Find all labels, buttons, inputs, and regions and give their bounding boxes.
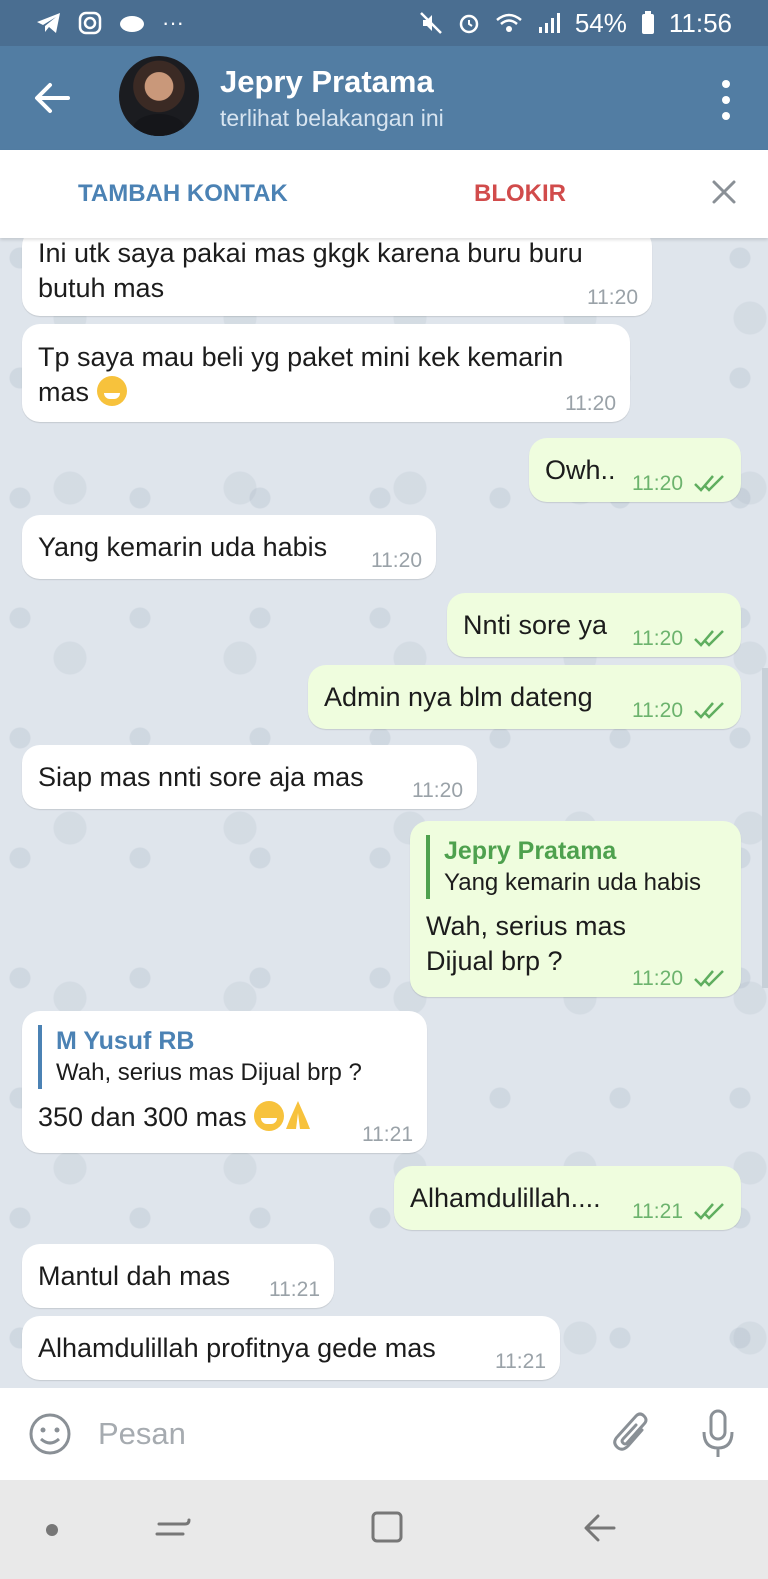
contact-name[interactable]: Jepry Pratama [220, 64, 434, 100]
reply-text: Yang kemarin uda habis [444, 869, 702, 896]
back-arrow-icon[interactable] [30, 76, 74, 120]
system-nav-bar [0, 1480, 768, 1579]
instagram-icon [78, 11, 102, 35]
message-text: Nnti sore ya [463, 610, 608, 640]
message-time: 11:21 [362, 1123, 413, 1146]
read-check-icon [694, 970, 724, 987]
recents-icon[interactable] [155, 1510, 191, 1546]
alarm-icon [459, 14, 479, 34]
message-text: Admin nya blm dateng [324, 682, 593, 712]
message-time: 11:21 [632, 1200, 683, 1223]
message-bubble[interactable]: M Yusuf RB Wah, serius mas Dijual brp ? … [22, 1011, 427, 1153]
message-time: 11:20 [632, 472, 683, 495]
chat-header: Jepry Pratama terlihat belakangan ini [0, 46, 768, 150]
signal-icon [538, 13, 560, 33]
attach-icon[interactable] [612, 1410, 652, 1458]
message-bubble[interactable]: Nnti sore ya 11:20 [447, 593, 741, 657]
block-button[interactable]: BLOKIR [474, 180, 566, 208]
message-composer: Pesan [0, 1388, 768, 1480]
message-text: butuh mas [38, 273, 165, 303]
message-text: Alhamdulillah.... [410, 1183, 601, 1213]
grin-emoji-icon [96, 376, 127, 406]
message-text: Mantul dah mas [38, 1261, 231, 1291]
pray-emoji-icon [286, 1101, 311, 1129]
message-bubble[interactable]: Jepry Pratama Yang kemarin uda habis Wah… [410, 821, 741, 997]
telegram-icon [37, 13, 60, 33]
message-text: Yang kemarin uda habis [38, 532, 328, 562]
message-text: Ini utk saya pakai mas gkgk karena buru … [38, 238, 583, 268]
reply-author: Jepry Pratama [444, 837, 617, 865]
message-bubble[interactable]: Alhamdulillah profitnya gede mas 11:21 [22, 1316, 560, 1380]
nav-back-icon[interactable] [582, 1510, 618, 1546]
mic-icon[interactable] [700, 1408, 736, 1460]
message-text: Siap mas nnti sore aja mas [38, 762, 364, 792]
message-input[interactable]: Pesan [98, 1416, 186, 1452]
read-check-icon [694, 702, 724, 719]
smile-icon[interactable] [28, 1412, 72, 1456]
message-text: Tp saya mau beli yg paket mini kek kemar… [38, 342, 564, 372]
message-time: 11:20 [565, 392, 616, 415]
message-bubble[interactable]: Siap mas nnti sore aja mas 11:20 [22, 745, 477, 809]
message-time: 11:20 [632, 699, 683, 722]
read-check-icon [694, 475, 724, 492]
message-time: 11:21 [269, 1278, 320, 1301]
home-icon[interactable] [370, 1510, 404, 1544]
close-icon[interactable] [706, 174, 742, 210]
clock: 11:56 [668, 7, 732, 38]
avatar[interactable] [119, 56, 199, 136]
message-text: Wah, serius mas [426, 911, 627, 941]
mute-icon [419, 12, 442, 34]
reply-text: Wah, serius mas Dijual brp ? [56, 1059, 362, 1086]
message-time: 11:20 [632, 967, 683, 990]
message-bubble[interactable]: Tp saya mau beli yg paket mini kek kemar… [22, 324, 630, 422]
status-bar: ··· 54% 11:56 [0, 0, 768, 46]
message-text: Alhamdulillah profitnya gede mas [38, 1333, 436, 1363]
message-bubble[interactable]: Admin nya blm dateng 11:20 [308, 665, 741, 729]
message-bubble[interactable]: Mantul dah mas 11:21 [22, 1244, 334, 1308]
message-text: Owh.. [545, 455, 616, 485]
contact-action-bar: TAMBAH KONTAK BLOKIR [0, 150, 768, 238]
message-time: 11:20 [412, 779, 463, 802]
scrollbar[interactable] [762, 668, 768, 988]
add-contact-button[interactable]: TAMBAH KONTAK [78, 180, 288, 208]
message-text: mas [38, 377, 90, 407]
reply-quote[interactable]: Jepry Pratama Yang kemarin uda habis [426, 835, 725, 899]
message-bubble[interactable]: Alhamdulillah.... 11:21 [394, 1166, 741, 1230]
message-bubble[interactable]: Ini utk saya pakai mas gkgk karena buru … [22, 238, 652, 316]
message-text: 350 dan 300 mas [38, 1102, 247, 1132]
message-time: 11:20 [371, 549, 422, 572]
assistant-dot-icon[interactable] [46, 1524, 58, 1536]
read-check-icon [694, 1203, 724, 1220]
reply-author: M Yusuf RB [56, 1027, 195, 1055]
message-time: 11:20 [632, 627, 683, 650]
message-bubble[interactable]: Yang kemarin uda habis 11:20 [22, 515, 436, 579]
more-notifications-icon: ··· [162, 10, 184, 35]
wifi-icon [496, 13, 522, 32]
message-bubble[interactable]: Owh.. 11:20 [529, 438, 741, 502]
message-list[interactable]: Ini utk saya pakai mas gkgk karena buru … [0, 238, 768, 1388]
message-time: 11:21 [495, 1350, 546, 1373]
more-vert-icon[interactable] [720, 80, 732, 120]
battery-percent: 54% [574, 7, 627, 38]
battery-icon [641, 11, 654, 34]
reply-quote[interactable]: M Yusuf RB Wah, serius mas Dijual brp ? [38, 1025, 411, 1089]
last-seen-status: terlihat belakangan ini [220, 105, 444, 131]
app-notification-icon [120, 16, 144, 32]
message-time: 11:20 [587, 286, 638, 309]
read-check-icon [694, 630, 724, 647]
grin-emoji-icon [254, 1101, 285, 1131]
